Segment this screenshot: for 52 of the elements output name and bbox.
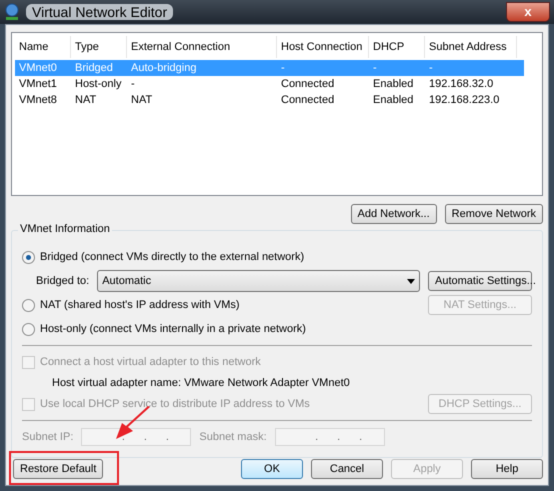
- column-header[interactable]: Host Connection: [277, 36, 369, 58]
- table-cell-text: NAT: [130, 94, 154, 106]
- table-cell-text: Enabled: [372, 94, 414, 106]
- table-cell-text: -: [280, 62, 286, 74]
- table-cell-text: 192.168.32.0: [428, 78, 494, 90]
- radio-label: NAT (shared host's IP address with VMs): [40, 299, 240, 311]
- table-cell-text: NAT: [74, 94, 98, 106]
- table-cell-text: Connected: [280, 94, 336, 106]
- field-label: Bridged to:: [36, 275, 90, 287]
- group-title: VMnet Information: [18, 223, 112, 235]
- network-button[interactable]: Remove Network: [444, 204, 543, 224]
- subnet-ip-field[interactable]: . . .: [81, 428, 192, 446]
- radio-button[interactable]: [22, 322, 35, 336]
- table-cell-text: -: [372, 62, 378, 74]
- field-label: Subnet mask:: [199, 431, 267, 443]
- table-cell-text: -: [130, 78, 136, 90]
- dialog-button[interactable]: OK: [241, 459, 303, 479]
- network-row[interactable]: VMnet8 NAT NAT Connected Enabled 192.168.223.0: [15, 92, 524, 108]
- annotation-arrow: [115, 406, 151, 440]
- table-cell-text: Connected: [280, 78, 336, 90]
- column-header[interactable]: Type: [71, 36, 127, 58]
- table-cell-text: Auto-bridging: [130, 62, 198, 74]
- table-cell-text: VMnet0: [18, 62, 58, 74]
- column-header[interactable]: Subnet Address: [425, 36, 517, 58]
- caret-icon: [407, 278, 415, 284]
- dialog-button[interactable]: Cancel: [311, 459, 383, 479]
- column-header[interactable]: Name: [15, 36, 71, 58]
- table-cell-text: VMnet8: [18, 94, 58, 106]
- field-label: Subnet IP:: [22, 431, 74, 443]
- bridged-to-dropdown[interactable]: Automatic: [97, 270, 420, 292]
- table-cell-text: VMnet1: [18, 78, 58, 90]
- restore-default-button[interactable]: Restore Default: [13, 459, 104, 479]
- radio-label: Host-only (connect VMs internally in a private network): [40, 323, 306, 335]
- column-header[interactable]: DHCP: [369, 36, 425, 58]
- table-cell-text: Host-only: [74, 78, 122, 90]
- table-cell-text: Bridged: [74, 62, 114, 74]
- network-globe-icon: [4, 3, 20, 21]
- adapter-name-text: Host virtual adapter name: VMware Network Adapter VMnet0: [52, 377, 350, 389]
- checkbox-label: Connect a host virtual adapter to this network: [40, 356, 261, 368]
- subnet-mask-field[interactable]: . . .: [274, 428, 385, 446]
- column-header[interactable]: External Connection: [127, 36, 277, 58]
- table-cell-text: Enabled: [372, 78, 414, 90]
- network-button[interactable]: Add Network...: [350, 204, 437, 224]
- radio-button[interactable]: [22, 250, 35, 264]
- radio-label: Bridged (connect VMs directly to the external network): [40, 251, 304, 263]
- window-title: Virtual Network Editor: [26, 4, 174, 20]
- checkbox-label: Use local DHCP service to distribute IP address to VMs: [40, 398, 310, 410]
- table-cell-text: 192.168.223.0: [428, 94, 500, 106]
- network-row[interactable]: VMnet1 Host-only - Connected Enabled 192.168.32.0: [15, 76, 524, 92]
- table-cell-text: -: [428, 62, 434, 74]
- radio-button[interactable]: [22, 298, 35, 312]
- dialog-button[interactable]: Help: [471, 459, 543, 479]
